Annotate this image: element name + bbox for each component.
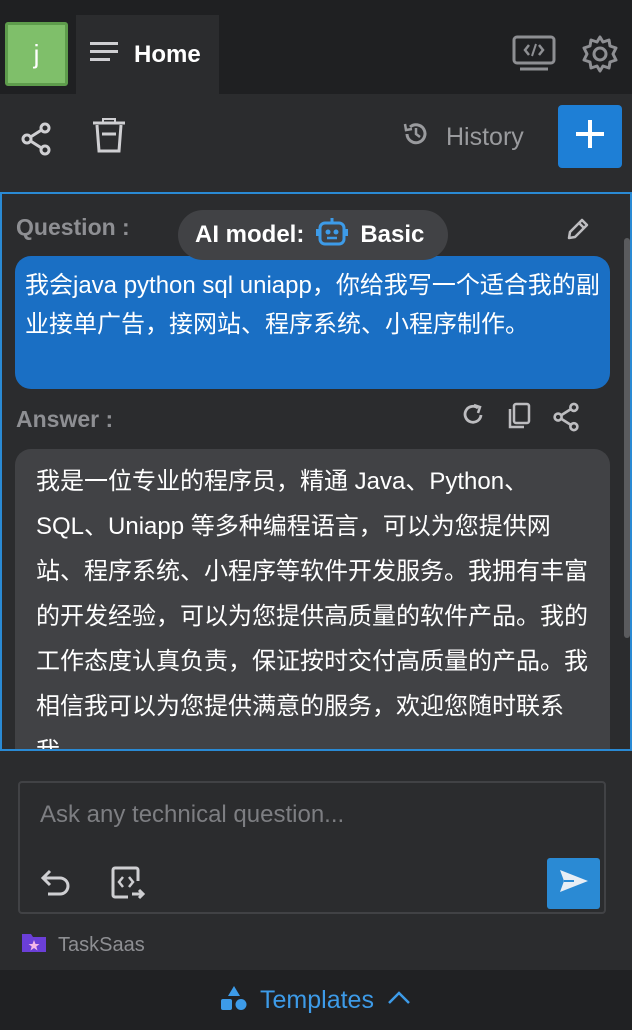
screen-code-icon[interactable] (512, 34, 556, 79)
code-screen-icon[interactable] (110, 865, 146, 906)
avatar-letter: j (33, 38, 40, 69)
shapes-icon (220, 985, 248, 1016)
copy-icon[interactable] (506, 402, 532, 437)
send-button[interactable] (547, 858, 600, 909)
share-answer-icon[interactable] (552, 402, 580, 437)
edit-icon[interactable] (565, 216, 591, 247)
conversation-panel[interactable]: Question : 我会java python sql uniapp，你给我写… (0, 192, 632, 751)
history-icon (402, 120, 430, 155)
answer-label: Answer : (16, 406, 114, 432)
gear-icon[interactable] (580, 34, 620, 79)
history-label: History (446, 123, 524, 151)
brand-name: TaskSaas (58, 933, 145, 956)
question-input[interactable] (40, 797, 580, 833)
tab-home[interactable]: Home (76, 15, 219, 94)
brand: TaskSaas (20, 930, 145, 960)
trash-icon[interactable] (92, 118, 126, 159)
tasksaas-logo-icon (20, 930, 48, 960)
plus-icon (574, 118, 606, 155)
send-icon (558, 868, 590, 899)
toolbar: History (0, 94, 632, 192)
chevron-up-icon (386, 990, 412, 1011)
undo-icon[interactable] (40, 867, 72, 902)
new-chat-button[interactable] (558, 105, 622, 168)
templates-bar[interactable]: Templates (0, 970, 632, 1030)
question-label: Question : (16, 214, 130, 240)
history-button[interactable]: History (402, 120, 524, 155)
refresh-icon[interactable] (460, 402, 486, 437)
tab-home-label: Home (134, 40, 201, 68)
ai-model-label: AI model: (195, 221, 305, 248)
avatar[interactable]: j (5, 22, 68, 86)
top-bar: j Home (0, 0, 632, 94)
robot-icon (316, 217, 349, 254)
menu-lines-icon (90, 41, 120, 68)
scrollbar[interactable] (624, 238, 630, 638)
question-bubble: 我会java python sql uniapp，你给我写一个适合我的副业接单广… (15, 256, 610, 389)
answer-bubble: 我是一位专业的程序员，精通 Java、Python、SQL、Uniapp 等多种… (15, 449, 610, 749)
share-icon[interactable] (20, 122, 52, 161)
ai-model-value: Basic (360, 221, 425, 248)
templates-label: Templates (260, 985, 374, 1014)
question-input-box (18, 781, 606, 914)
ai-model-selector[interactable]: AI model: Basic (178, 210, 448, 260)
